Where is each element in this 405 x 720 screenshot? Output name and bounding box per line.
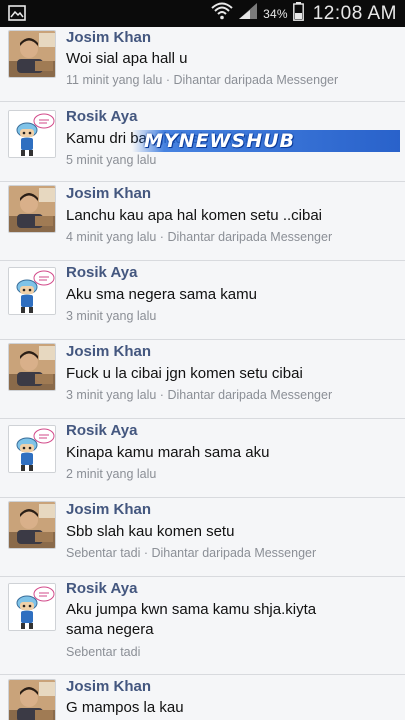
comment-meta: 4 minit yang lalu · Dihantar daripada Me… bbox=[66, 230, 333, 244]
comment-time: 4 minit yang lalu bbox=[66, 230, 157, 244]
comment-item: Rosik Aya Aku jumpa kwn sama kamu shja.k… bbox=[0, 577, 405, 675]
comment-text: Kinapa kamu marah sama aku bbox=[66, 444, 270, 461]
avatar[interactable] bbox=[8, 343, 56, 391]
comment-time: 3 minit yang lalu bbox=[66, 309, 157, 323]
comment-meta: 3 minit yang lalu · Dihantar daripada Me… bbox=[66, 388, 333, 402]
comment-time: 3 minit yang lalu bbox=[66, 388, 157, 402]
avatar[interactable] bbox=[8, 110, 56, 158]
comment-text: Aku jumpa kwn sama kamu shja.kiyta sama … bbox=[66, 601, 317, 638]
comment-item: Josim Khan Fuck u la cibai jgn komen set… bbox=[0, 340, 405, 419]
comment-item: Rosik Aya Aku sma negera sama kamu 3 min… bbox=[0, 261, 405, 340]
comment-author[interactable]: Josim Khan bbox=[66, 678, 151, 695]
comment-time: 5 minit yang lalu bbox=[66, 153, 157, 167]
watermark-logo: MYNEWSHUB bbox=[132, 130, 400, 152]
comment-via: Dihantar daripada Messenger bbox=[167, 388, 333, 402]
image-notification-icon bbox=[8, 5, 26, 21]
comment-text: Aku sma negera sama kamu bbox=[66, 286, 257, 303]
avatar[interactable] bbox=[8, 679, 56, 720]
avatar[interactable] bbox=[8, 501, 56, 549]
comment-meta: Sebentar tadi · Dihantar daripada Messen… bbox=[66, 546, 317, 560]
comment-text: Lanchu kau apa hal komen setu ..cibai bbox=[66, 207, 323, 224]
avatar[interactable] bbox=[8, 267, 56, 315]
comment-item: Josim Khan Woi sial apa hall u 11 minit … bbox=[0, 27, 405, 102]
comment-item: Josim Khan Sbb slah kau komen setu Seben… bbox=[0, 498, 405, 577]
comment-author[interactable]: Rosik Aya bbox=[66, 264, 137, 281]
comment-text: Fuck u la cibai jgn komen setu cibai bbox=[66, 365, 303, 382]
comment-item: Josim Khan Lanchu kau apa hal komen setu… bbox=[0, 182, 405, 261]
comment-time: Sebentar tadi bbox=[66, 546, 141, 560]
comment-time: Sebentar tadi bbox=[66, 645, 141, 659]
avatar[interactable] bbox=[8, 583, 56, 631]
comment-time: 2 minit yang lalu bbox=[66, 467, 157, 481]
status-bar: 34% 12:08 AM bbox=[0, 0, 405, 27]
clock-time: 12:08 AM bbox=[312, 2, 397, 24]
comment-author[interactable]: Rosik Aya bbox=[66, 422, 137, 439]
comment-via: Dihantar daripada Messenger bbox=[151, 546, 317, 560]
avatar[interactable] bbox=[8, 30, 56, 78]
battery-icon bbox=[292, 1, 304, 26]
comment-time: 11 minit yang lalu bbox=[66, 73, 163, 87]
avatar[interactable] bbox=[8, 185, 56, 233]
comment-author[interactable]: Josim Khan bbox=[66, 29, 151, 46]
comment-author[interactable]: Rosik Aya bbox=[66, 580, 137, 597]
comment-via: Dihantar daripada Messenger bbox=[173, 73, 339, 87]
comment-text: Sbb slah kau komen setu bbox=[66, 523, 235, 540]
comment-text: Woi sial apa hall u bbox=[66, 50, 188, 67]
comment-author[interactable]: Josim Khan bbox=[66, 185, 151, 202]
comment-text: G mampos la kau bbox=[66, 699, 184, 716]
comment-via: Dihantar daripada Messenger bbox=[167, 230, 333, 244]
comment-author[interactable]: Josim Khan bbox=[66, 343, 151, 360]
comment-feed[interactable]: Josim Khan Woi sial apa hall u 11 minit … bbox=[0, 27, 405, 720]
comment-author[interactable]: Rosik Aya bbox=[66, 108, 137, 125]
avatar[interactable] bbox=[8, 425, 56, 473]
wifi-icon bbox=[211, 2, 233, 25]
comment-author[interactable]: Josim Khan bbox=[66, 501, 151, 518]
comment-item: Rosik Aya Kinapa kamu marah sama aku 2 m… bbox=[0, 419, 405, 498]
battery-percent: 34% bbox=[263, 6, 288, 21]
comment-item: Josim Khan G mampos la kau bbox=[0, 675, 405, 720]
comment-meta: 11 minit yang lalu · Dihantar daripada M… bbox=[66, 73, 339, 87]
signal-icon bbox=[238, 2, 258, 25]
